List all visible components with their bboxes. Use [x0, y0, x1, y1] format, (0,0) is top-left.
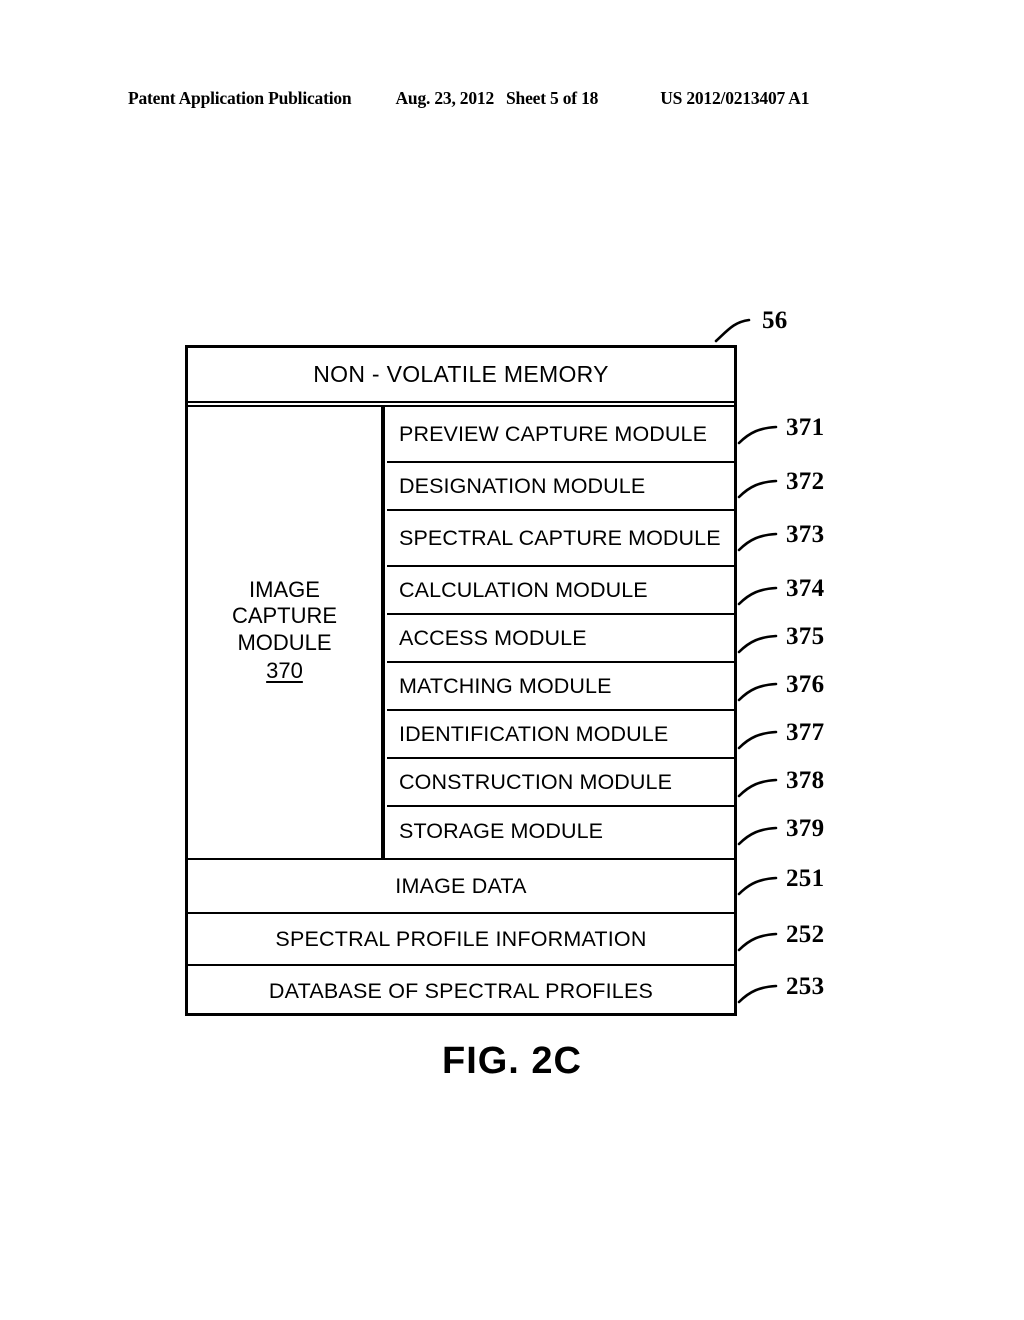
image-capture-module-ref: 370	[266, 657, 303, 683]
module-row-preview-capture: PREVIEW CAPTURE MODULE	[387, 407, 734, 463]
ref-numeral-56: 56	[762, 307, 788, 334]
module-row-identification: IDENTIFICATION MODULE	[387, 711, 734, 759]
ref-numeral-377: 377	[786, 719, 825, 746]
ref-numeral-251: 251	[786, 865, 825, 892]
module-row-designation: DESIGNATION MODULE	[387, 463, 734, 511]
ref-numeral-372: 372	[786, 468, 825, 495]
ref-numeral-253: 253	[786, 973, 825, 1000]
ref-numeral-375: 375	[786, 623, 825, 650]
module-row-calculation: CALCULATION MODULE	[387, 567, 734, 615]
image-capture-module-section: IMAGE CAPTURE MODULE 370 PREVIEW CAPTURE…	[188, 407, 734, 858]
ref-numeral-371: 371	[786, 414, 825, 441]
data-row-spectral-profile-information: SPECTRAL PROFILE INFORMATION	[188, 912, 734, 964]
module-row-access: ACCESS MODULE	[387, 615, 734, 663]
memory-title: NON - VOLATILE MEMORY	[188, 348, 734, 403]
ref-numeral-378: 378	[786, 767, 825, 794]
data-row-image-data: IMAGE DATA	[188, 858, 734, 912]
ref-numeral-379: 379	[786, 815, 825, 842]
ref-numeral-252: 252	[786, 921, 825, 948]
figure-caption: FIG. 2C	[441, 1040, 583, 1082]
non-volatile-memory-box: NON - VOLATILE MEMORY IMAGE CAPTURE MODU…	[185, 345, 737, 1016]
image-capture-module-line2: CAPTURE	[231, 603, 338, 629]
module-list: PREVIEW CAPTURE MODULE DESIGNATION MODUL…	[387, 407, 734, 858]
ref-numeral-373: 373	[786, 521, 825, 548]
module-row-construction: CONSTRUCTION MODULE	[387, 759, 734, 807]
image-capture-module-label-cell: IMAGE CAPTURE MODULE 370	[188, 407, 383, 858]
figure-2c: NON - VOLATILE MEMORY IMAGE CAPTURE MODU…	[0, 0, 1024, 1320]
image-capture-module-line3: MODULE	[237, 629, 332, 655]
module-row-storage: STORAGE MODULE	[399, 818, 604, 843]
ref-numeral-376: 376	[786, 671, 825, 698]
module-row-spectral-capture: SPECTRAL CAPTURE MODULE	[387, 511, 734, 567]
module-row-matching: MATCHING MODULE	[387, 663, 734, 711]
ref-numeral-374: 374	[786, 575, 825, 602]
data-row-database-of-spectral-profiles: DATABASE OF SPECTRAL PROFILES	[188, 964, 734, 1016]
image-capture-module-line1: IMAGE	[249, 577, 320, 603]
